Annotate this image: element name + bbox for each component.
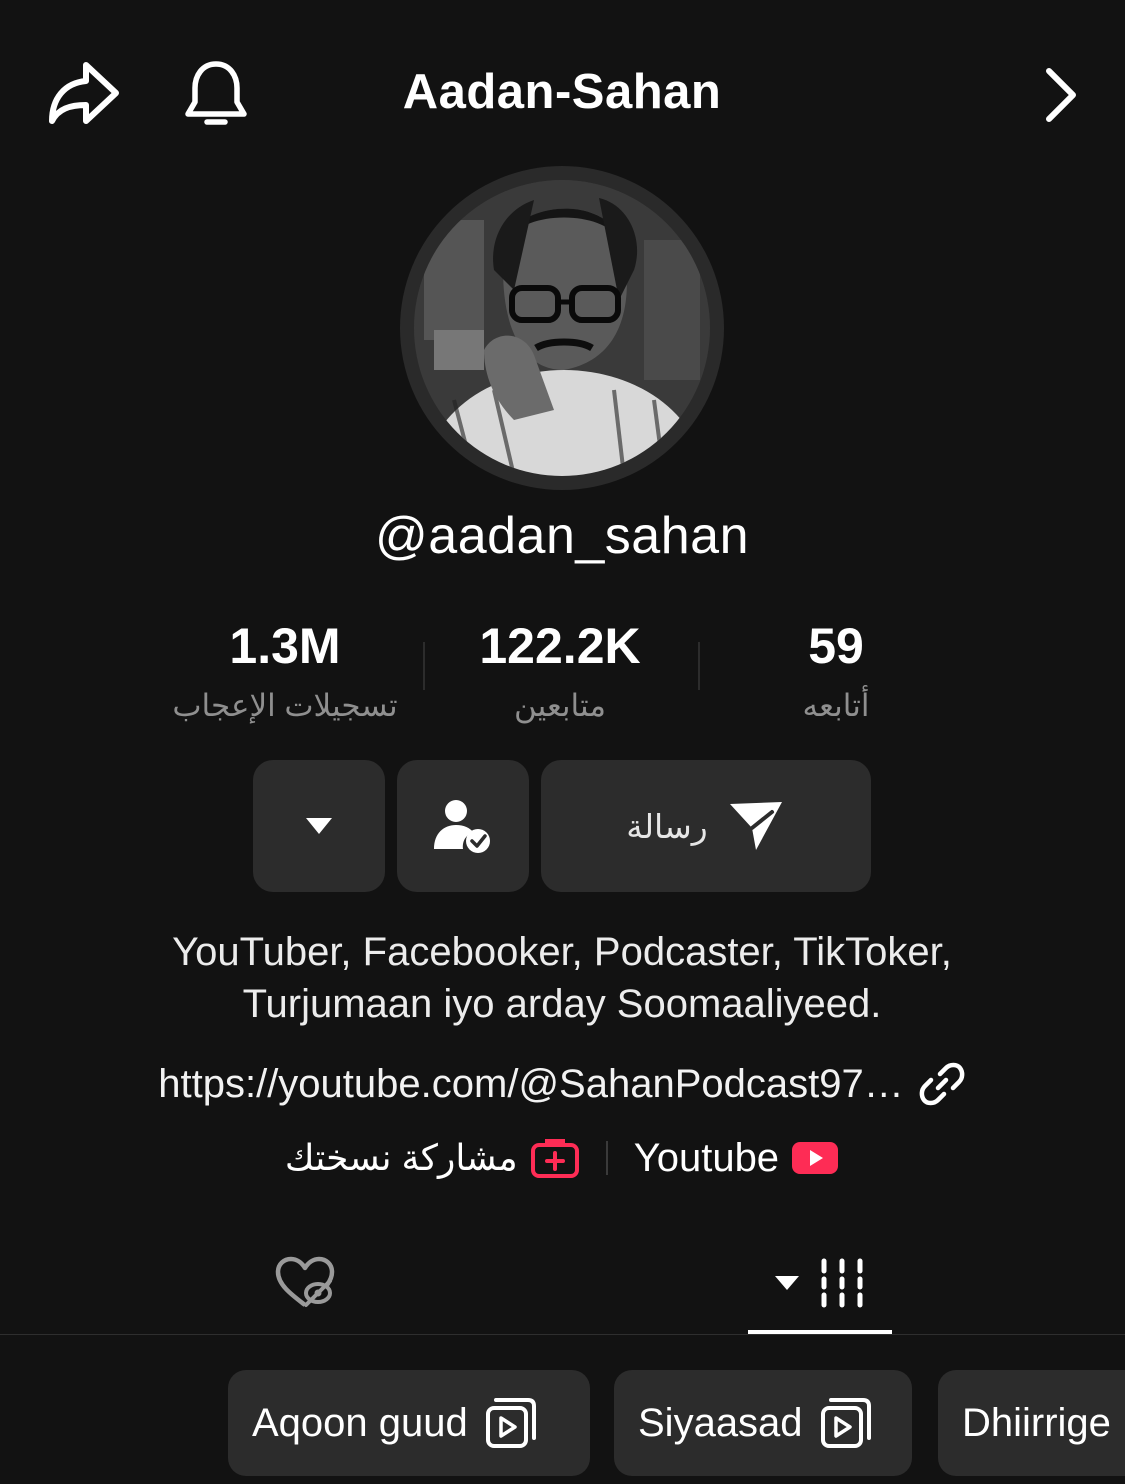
bell-icon[interactable] [176,52,256,136]
link-icon [919,1062,965,1106]
friends-check-icon [434,800,490,853]
following-stat[interactable]: 59 أتابعه [706,616,966,724]
stat-divider [698,642,700,690]
caret-down-icon [306,818,332,834]
playlist-label: Dhiirrige [962,1400,1111,1445]
youtube-link[interactable]: Youtube [634,1136,839,1181]
videos-grid-icon [821,1258,863,1308]
page-title: Aadan-Sahan [402,65,722,119]
playlist-chip[interactable]: Siyaasad [614,1370,912,1476]
playlist-label: Aqoon guud [252,1400,468,1445]
bio: YouTuber, Facebooker, Podcaster, TikToke… [62,926,1062,1030]
bio-line: Turjumaan iyo arday Soomaaliyeed. [242,982,882,1026]
likes-label: تسجيلات الإعجاب [172,688,398,723]
profile-link-text[interactable]: https://youtube.com/@SahanPodcast97… [158,1062,904,1107]
followers-label: متابعين [514,688,606,723]
social-divider [605,1141,608,1175]
following-label: أتابعه [802,688,870,723]
playlist-icon [485,1398,536,1448]
followers-count: 122.2K [479,618,641,674]
profile-page: Aadan-Sahan @aadan_sahan 1.3M تسجيلات ال… [0,0,1125,1484]
share-copy-link[interactable]: مشاركة نسختك [285,1137,580,1179]
followers-stat[interactable]: 122.2K متابعين [430,616,690,724]
following-status-button[interactable] [397,760,529,892]
share-copy-label: مشاركة نسختك [284,1137,518,1178]
share-icon[interactable] [40,52,128,136]
chevron-right-icon[interactable] [1030,58,1092,132]
message-button[interactable]: رسالة [541,760,871,892]
username-handle: @aadan_sahan [375,507,749,565]
youtube-icon [792,1142,839,1174]
tab-liked-hidden[interactable] [230,1236,380,1330]
send-icon [729,802,782,850]
stat-divider [423,642,425,690]
liked-hidden-icon [275,1256,335,1307]
add-copy-icon [530,1139,579,1178]
more-options-button[interactable] [253,760,385,892]
playlist-chip[interactable]: Aqoon guud [228,1370,590,1476]
avatar-photo [414,180,710,476]
message-label: رسالة [626,807,708,845]
social-links: مشاركة نسختك Youtube [62,1130,1062,1186]
following-count: 59 [808,618,864,674]
youtube-label: Youtube [633,1135,780,1180]
tab-divider [0,1334,1125,1335]
profile-link[interactable]: https://youtube.com/@SahanPodcast97… [62,1056,1062,1112]
bio-line: YouTuber, Facebooker, Podcaster, TikToke… [172,930,952,974]
avatar[interactable] [400,166,724,490]
playlist-chip[interactable]: Dhiirrige [938,1370,1125,1476]
caret-down-icon [775,1276,799,1290]
playlist-icon [820,1398,871,1448]
tab-videos[interactable] [748,1236,892,1330]
likes-stat: 1.3M تسجيلات الإعجاب [155,616,415,724]
likes-count: 1.3M [229,618,341,674]
playlist-label: Siyaasad [638,1400,803,1445]
